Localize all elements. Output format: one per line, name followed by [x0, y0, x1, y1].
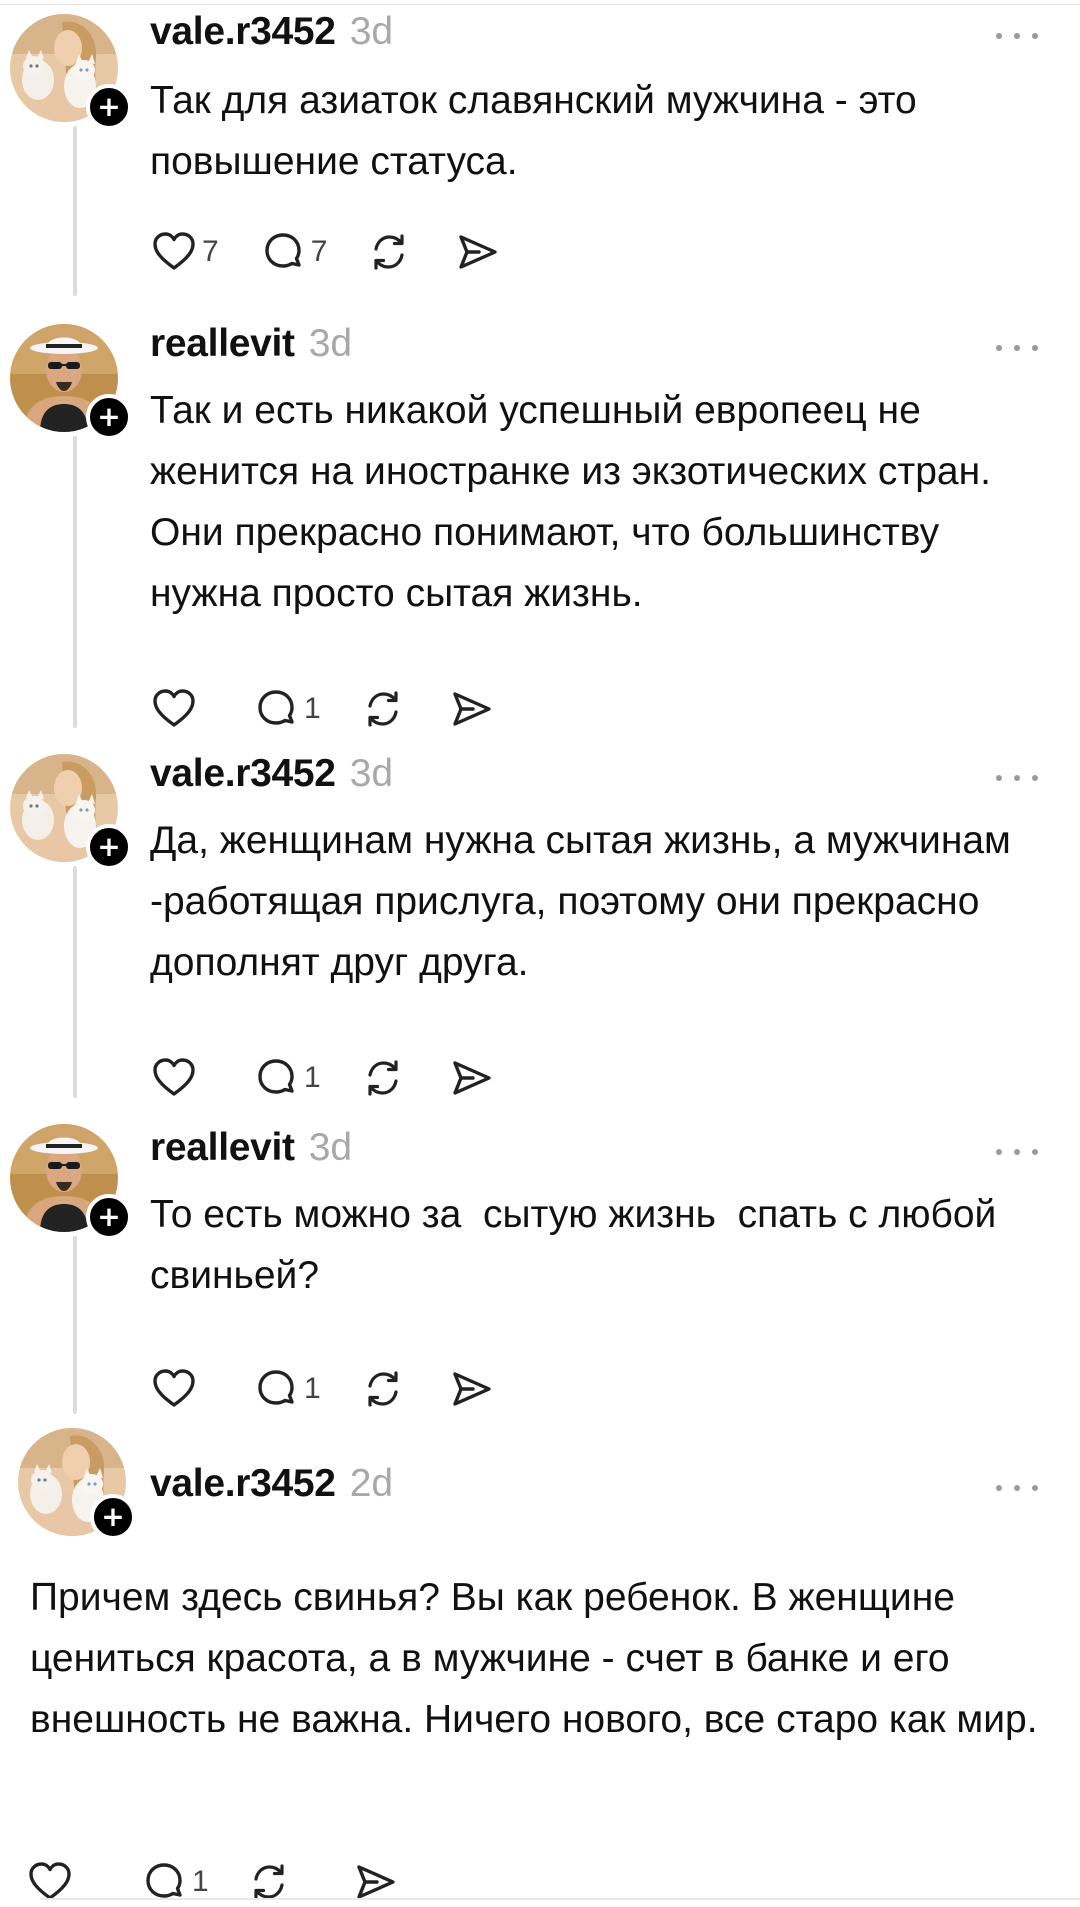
comment-count: 1	[304, 1061, 321, 1094]
post-header: vale.r3452 3d	[150, 752, 393, 796]
more-dots-icon[interactable]	[996, 30, 1038, 42]
comment-button[interactable]: 1	[252, 1053, 321, 1103]
username[interactable]: vale.r3452	[150, 752, 336, 796]
send-icon	[447, 685, 495, 733]
share-button[interactable]	[447, 684, 495, 734]
repost-button[interactable]	[365, 227, 413, 277]
post-header: vale.r3452 3d	[150, 10, 393, 54]
comment-bubble-icon	[252, 685, 300, 733]
follow-plus-icon[interactable]: +	[90, 1494, 136, 1540]
comment-count: 1	[304, 1372, 321, 1405]
repost-icon	[365, 228, 413, 276]
action-bar: 7 7	[150, 227, 501, 277]
top-divider	[0, 4, 1080, 5]
more-dots-icon[interactable]	[996, 342, 1038, 354]
post-text: Так для азиаток славянский мужчина - это…	[150, 79, 928, 183]
follow-plus-icon[interactable]: +	[86, 84, 132, 130]
comment-bubble-icon	[252, 1365, 300, 1413]
comment-button[interactable]: 1	[252, 684, 321, 734]
action-bar: 1	[150, 1053, 495, 1103]
post-text: Причем здесь свинья? Вы как ребенок. В ж…	[30, 1576, 1038, 1741]
username[interactable]: reallevit	[150, 322, 295, 366]
share-button[interactable]	[453, 227, 501, 277]
thread-line	[73, 866, 77, 1098]
like-button[interactable]	[150, 684, 202, 734]
heart-icon	[150, 1054, 198, 1102]
repost-icon	[359, 1054, 407, 1102]
comment-bubble-icon	[252, 1054, 300, 1102]
timestamp: 3d	[308, 322, 353, 365]
like-button[interactable]	[150, 1364, 202, 1414]
comment-button[interactable]: 7	[259, 227, 328, 277]
thread-line	[73, 1236, 77, 1414]
like-button[interactable]	[150, 1053, 202, 1103]
post-text: То есть можно за сытую жизнь спать с люб…	[150, 1193, 1008, 1297]
username[interactable]: vale.r3452	[150, 1462, 336, 1506]
username[interactable]: vale.r3452	[150, 10, 336, 54]
follow-plus-icon[interactable]: +	[86, 394, 132, 440]
post-text: Так и есть никакой успешный европеец не …	[150, 389, 1002, 615]
heart-icon	[150, 228, 198, 276]
comment-count: 1	[192, 1865, 209, 1898]
post-header: reallevit 3d	[150, 322, 352, 366]
comment-count: 1	[304, 692, 321, 725]
repost-icon	[359, 1365, 407, 1413]
repost-button[interactable]	[359, 1053, 407, 1103]
more-dots-icon[interactable]	[996, 1482, 1038, 1494]
send-icon	[447, 1365, 495, 1413]
heart-icon	[150, 1365, 198, 1413]
thread-line	[73, 436, 77, 728]
repost-icon	[359, 685, 407, 733]
timestamp: 3d	[308, 1126, 353, 1169]
post-text: Да, женщинам нужна сытая жизнь, а мужчин…	[150, 819, 1022, 984]
comment-count: 7	[310, 235, 328, 268]
send-icon	[453, 228, 501, 276]
more-dots-icon[interactable]	[996, 1146, 1038, 1158]
bottom-divider	[40, 1898, 1080, 1900]
more-dots-icon[interactable]	[996, 772, 1038, 784]
follow-plus-icon[interactable]: +	[86, 824, 132, 870]
follow-plus-icon[interactable]: +	[86, 1194, 132, 1240]
post-header: vale.r3452 2d	[150, 1462, 393, 1506]
username[interactable]: reallevit	[150, 1126, 295, 1170]
share-button[interactable]	[447, 1364, 495, 1414]
timestamp: 3d	[349, 10, 394, 53]
repost-button[interactable]	[359, 1364, 407, 1414]
repost-button[interactable]	[359, 684, 407, 734]
timestamp: 3d	[349, 752, 394, 795]
heart-icon	[150, 685, 198, 733]
action-bar: 1	[150, 1364, 495, 1414]
thread-line	[73, 126, 77, 296]
share-button[interactable]	[447, 1053, 495, 1103]
comment-bubble-icon	[259, 228, 307, 276]
send-icon	[447, 1054, 495, 1102]
like-count: 7	[202, 235, 219, 268]
action-bar: 1	[150, 684, 495, 734]
post-header: reallevit 3d	[150, 1126, 352, 1170]
comment-button[interactable]: 1	[252, 1364, 321, 1414]
timestamp: 2d	[349, 1462, 394, 1505]
like-button[interactable]: 7	[150, 227, 219, 277]
